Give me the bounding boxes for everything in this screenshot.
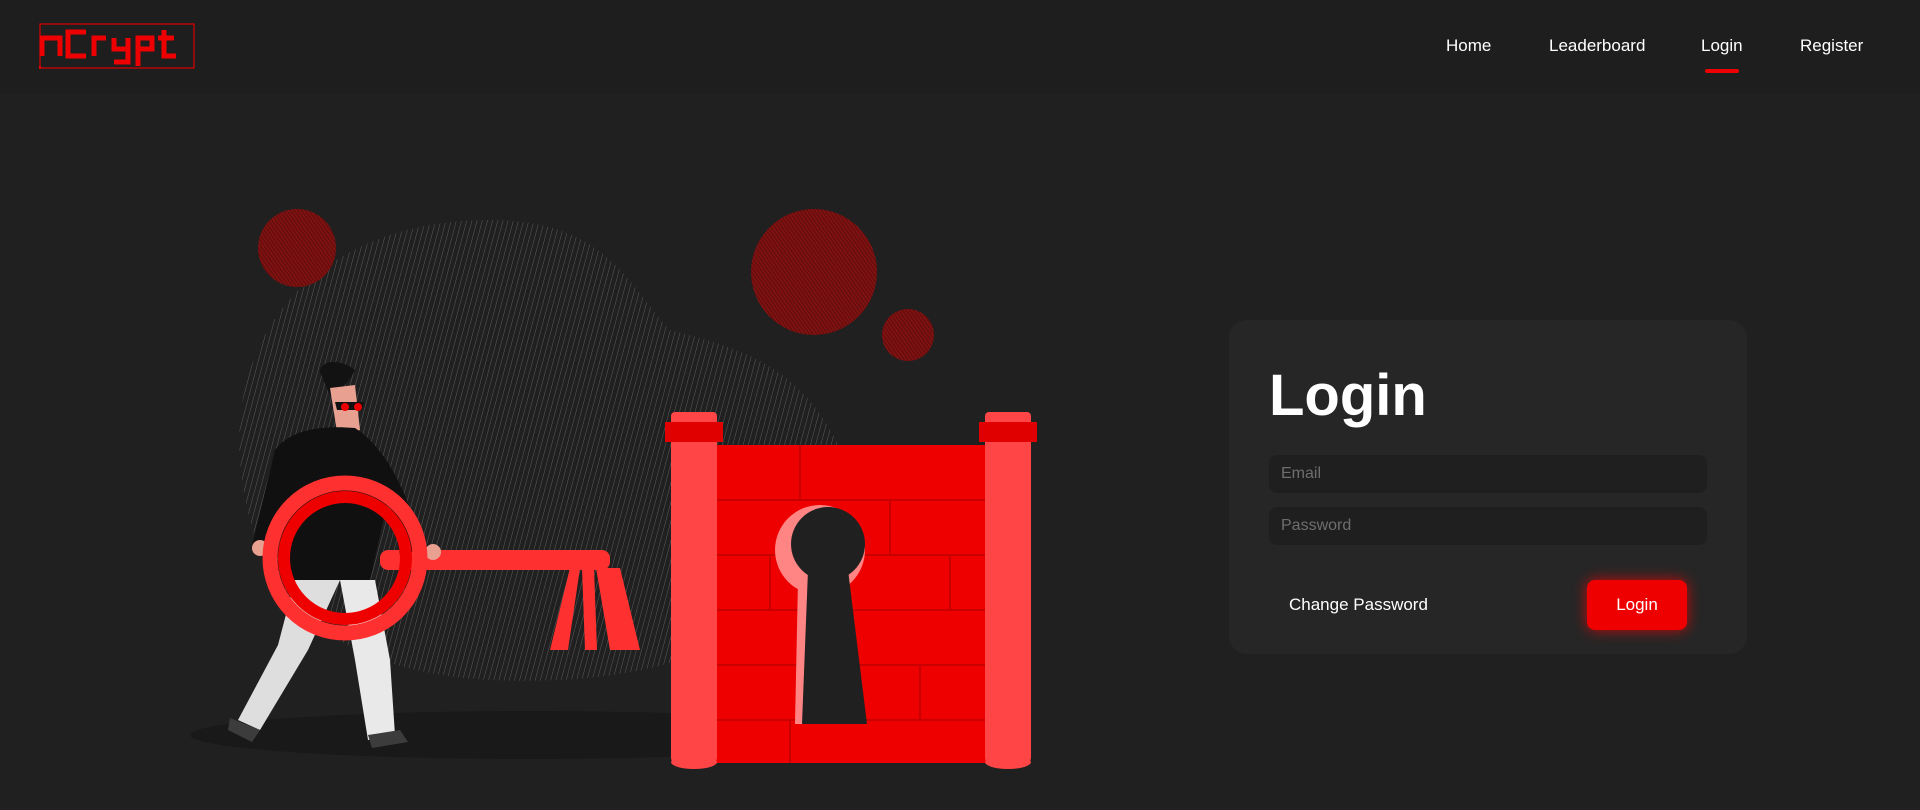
hero-illustration xyxy=(190,190,1070,770)
login-title: Login xyxy=(1269,363,1427,428)
login-button[interactable]: Login xyxy=(1587,580,1687,630)
nav-leaderboard[interactable]: Leaderboard xyxy=(1549,36,1645,56)
nav-login[interactable]: Login xyxy=(1701,36,1743,73)
password-field[interactable] xyxy=(1269,507,1707,545)
login-card: Login Change Password Login xyxy=(1229,320,1747,654)
change-password-link[interactable]: Change Password xyxy=(1289,595,1428,615)
ncrypt-logo[interactable] xyxy=(38,22,198,70)
top-navbar: Home Leaderboard Login Register xyxy=(0,0,1920,94)
nav-register[interactable]: Register xyxy=(1800,36,1863,56)
nav-home[interactable]: Home xyxy=(1446,36,1491,56)
email-field[interactable] xyxy=(1269,455,1707,493)
